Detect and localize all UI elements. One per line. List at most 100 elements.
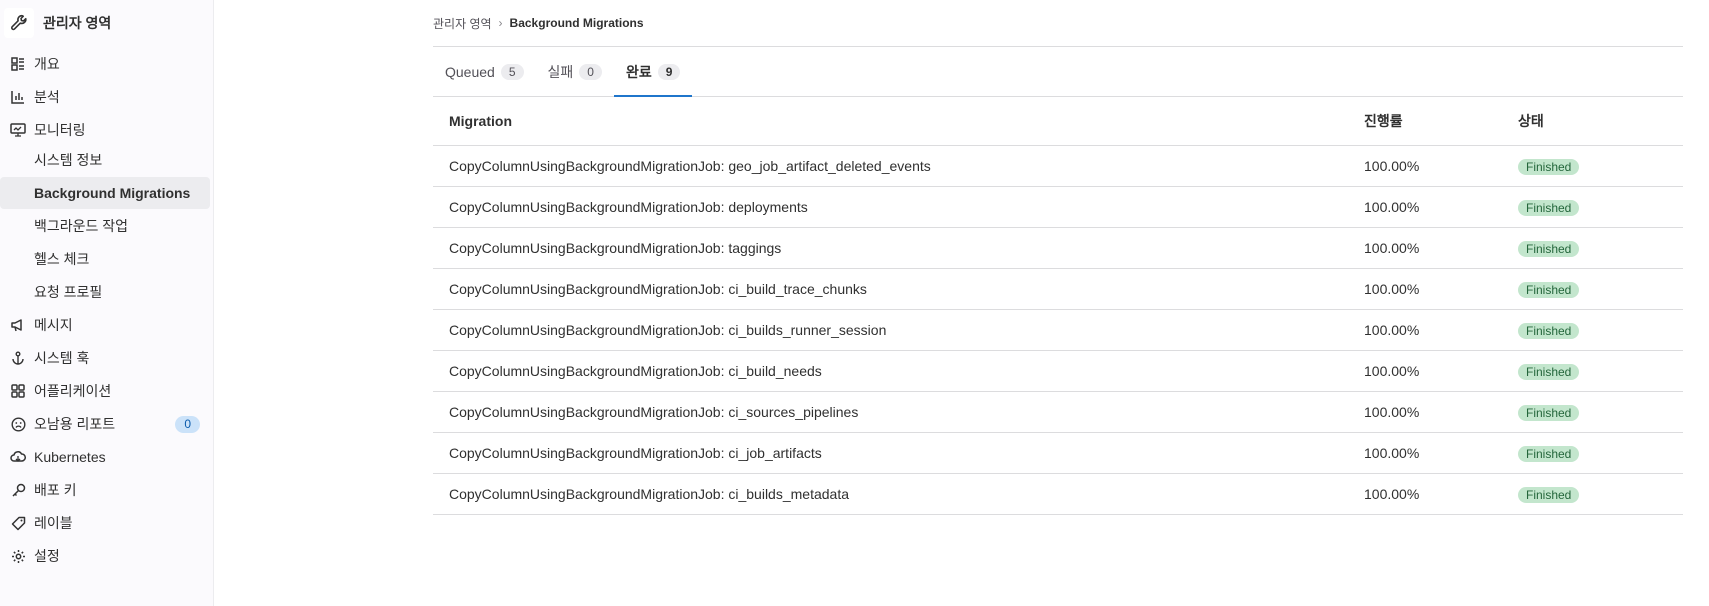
migration-progress: 100.00%: [1364, 199, 1420, 215]
tab-queued[interactable]: Queued 5: [433, 47, 536, 96]
main-content: 관리자 영역 › Background Migrations Queued 5 …: [433, 0, 1683, 515]
key-icon: [10, 482, 26, 498]
sidebar-item-analytics[interactable]: 분석: [0, 81, 214, 113]
tab-failed[interactable]: 실패 0: [536, 47, 614, 96]
sidebar-title: 관리자 영역: [43, 15, 112, 31]
breadcrumb-current[interactable]: Background Migrations: [510, 16, 644, 30]
sidebar-subitem-system-info[interactable]: 시스템 정보: [0, 144, 214, 176]
status-cell: Finished: [1518, 158, 1683, 175]
sidebar-item-label: 메시지: [34, 317, 73, 333]
sidebar-item-label: 모니터링: [34, 122, 86, 138]
settings-gear-icon: [10, 548, 26, 564]
status-cell: Finished: [1518, 240, 1683, 257]
chevron-right-icon: ›: [498, 16, 503, 30]
table-row: CopyColumnUsingBackgroundMigrationJob: t…: [433, 228, 1683, 269]
migration-progress: 100.00%: [1364, 240, 1420, 256]
table-row: CopyColumnUsingBackgroundMigrationJob: d…: [433, 187, 1683, 228]
table-row: CopyColumnUsingBackgroundMigrationJob: c…: [433, 351, 1683, 392]
table-row: CopyColumnUsingBackgroundMigrationJob: c…: [433, 310, 1683, 351]
migration-name: CopyColumnUsingBackgroundMigrationJob: c…: [449, 486, 849, 502]
migration-progress: 100.00%: [1364, 445, 1420, 461]
sidebar-item-system-hooks[interactable]: 시스템 훅: [0, 342, 214, 374]
status-badge: Finished: [1518, 445, 1580, 462]
sidebar-subitem-label: 백그라운드 작업: [34, 218, 129, 234]
table-row: CopyColumnUsingBackgroundMigrationJob: c…: [433, 269, 1683, 310]
migration-status-tabs: Queued 5 실패 0 완료 9: [433, 47, 1683, 97]
sidebar-subitem-background-jobs[interactable]: 백그라운드 작업: [0, 210, 214, 242]
abuse-reports-count-badge: 0: [175, 415, 200, 433]
status-badge: Finished: [1518, 158, 1580, 175]
sidebar-item-label: 개요: [34, 56, 60, 72]
sidebar-item-kubernetes[interactable]: Kubernetes: [0, 441, 214, 473]
sidebar: 관리자 영역 개요 분석 모니터링 시스템 정보 Background Migr…: [0, 0, 214, 606]
migration-name: CopyColumnUsingBackgroundMigrationJob: c…: [449, 322, 887, 338]
sidebar-item-labels[interactable]: 레이블: [0, 507, 214, 539]
table-body: CopyColumnUsingBackgroundMigrationJob: g…: [433, 146, 1683, 515]
sidebar-item-messages[interactable]: 메시지: [0, 309, 214, 341]
status-cell: Finished: [1518, 486, 1683, 503]
breadcrumb-parent-link[interactable]: 관리자 영역: [433, 15, 492, 32]
table-row: CopyColumnUsingBackgroundMigrationJob: g…: [433, 146, 1683, 187]
status-badge: Finished: [1518, 240, 1580, 257]
migration-name: CopyColumnUsingBackgroundMigrationJob: c…: [449, 281, 867, 297]
status-badge: Finished: [1518, 281, 1580, 298]
tab-finished[interactable]: 완료 9: [613, 47, 693, 97]
sidebar-subitem-health-check[interactable]: 헬스 체크: [0, 243, 214, 275]
migration-name: CopyColumnUsingBackgroundMigrationJob: c…: [449, 445, 822, 461]
sidebar-item-overview[interactable]: 개요: [0, 48, 214, 80]
breadcrumb: 관리자 영역 › Background Migrations: [433, 0, 1683, 47]
sidebar-subitem-label: 헬스 체크: [34, 251, 90, 267]
sidebar-item-label: 어플리케이션: [34, 383, 112, 399]
tab-label: Queued: [445, 63, 495, 80]
migration-progress: 100.00%: [1364, 363, 1420, 379]
migrations-table: Migration 진행률 상태 CopyColumnUsingBackgrou…: [433, 97, 1683, 515]
table-row: CopyColumnUsingBackgroundMigrationJob: c…: [433, 392, 1683, 433]
megaphone-icon: [10, 317, 26, 333]
tab-count-badge: 0: [579, 63, 602, 80]
abuse-face-icon: [10, 416, 26, 432]
sidebar-item-applications[interactable]: 어플리케이션: [0, 375, 214, 407]
status-cell: Finished: [1518, 363, 1683, 380]
sidebar-item-label: 레이블: [34, 515, 73, 531]
tab-label: 완료: [625, 63, 652, 80]
column-header-status: 상태: [1518, 113, 1544, 129]
chart-icon: [10, 89, 26, 105]
applications-icon: [10, 383, 26, 399]
sidebar-subitem-label: Background Migrations: [34, 185, 191, 201]
sidebar-item-label: 분석: [34, 89, 60, 105]
sidebar-item-label: 오남용 리포트: [34, 416, 116, 432]
migration-progress: 100.00%: [1364, 158, 1420, 174]
column-header-progress: 진행률: [1364, 113, 1403, 129]
label-icon: [10, 515, 26, 531]
migration-progress: 100.00%: [1364, 322, 1420, 338]
table-row: CopyColumnUsingBackgroundMigrationJob: c…: [433, 433, 1683, 474]
status-cell: Finished: [1518, 281, 1683, 298]
wrench-icon: [4, 8, 34, 38]
sidebar-item-deploy-keys[interactable]: 배포 키: [0, 474, 214, 506]
anchor-icon: [10, 350, 26, 366]
sidebar-item-monitoring[interactable]: 모니터링: [0, 114, 214, 146]
sidebar-subitem-label: 요청 프로필: [34, 284, 103, 300]
status-badge: Finished: [1518, 404, 1580, 421]
sidebar-header[interactable]: 관리자 영역: [0, 0, 213, 46]
migration-name: CopyColumnUsingBackgroundMigrationJob: c…: [449, 363, 822, 379]
status-cell: Finished: [1518, 322, 1683, 339]
overview-grid-icon: [10, 56, 26, 72]
migration-name: CopyColumnUsingBackgroundMigrationJob: t…: [449, 240, 782, 256]
sidebar-item-label: Kubernetes: [34, 449, 106, 465]
sidebar-item-settings[interactable]: 설정: [0, 540, 214, 572]
migration-progress: 100.00%: [1364, 281, 1420, 297]
sidebar-item-label: 배포 키: [34, 482, 77, 498]
migration-progress: 100.00%: [1364, 404, 1420, 420]
sidebar-subitem-background-migrations[interactable]: Background Migrations: [0, 177, 210, 209]
migration-name: CopyColumnUsingBackgroundMigrationJob: c…: [449, 404, 859, 420]
migration-name: CopyColumnUsingBackgroundMigrationJob: g…: [449, 158, 931, 174]
status-badge: Finished: [1518, 363, 1580, 380]
status-badge: Finished: [1518, 486, 1580, 503]
column-header-migration: Migration: [449, 113, 512, 129]
sidebar-item-label: 설정: [34, 548, 60, 564]
sidebar-subitem-request-profiles[interactable]: 요청 프로필: [0, 276, 214, 308]
sidebar-item-abuse-reports[interactable]: 오남용 리포트 0: [0, 408, 214, 440]
tab-count-badge: 9: [657, 63, 681, 80]
table-row: CopyColumnUsingBackgroundMigrationJob: c…: [433, 474, 1683, 515]
